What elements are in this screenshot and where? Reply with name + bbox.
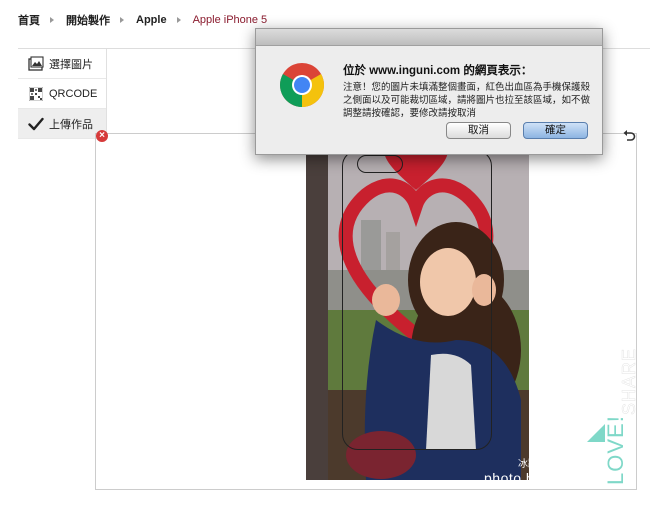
sidebar-item-choose-image[interactable]: 選擇圖片 <box>18 49 106 79</box>
alert-dialog: 位於 www.inguni.com 的網頁表示： 注意！您的圖片未填滿整個畫面，… <box>255 28 603 155</box>
breadcrumb-apple[interactable]: Apple <box>136 14 167 26</box>
breadcrumb-separator-icon <box>176 17 181 23</box>
love-share-logo: LOVE! SHARE <box>587 348 639 485</box>
breadcrumb-home[interactable]: 首頁 <box>18 12 40 28</box>
phone-case-outline <box>342 150 492 450</box>
svg-text:SHARE: SHARE <box>619 348 639 415</box>
dialog-message: 注意！您的圖片未填滿整個畫面，紅色出血區為手機保護殼之側面以及可能裁切區域，請將… <box>343 82 591 119</box>
sidebar-item-qrcode[interactable]: QRCODE <box>18 79 106 109</box>
checkmark-icon <box>28 116 44 132</box>
sidebar-divider <box>106 49 107 134</box>
breadcrumb-start[interactable]: 開始製作 <box>66 12 110 28</box>
image-icon <box>28 55 44 72</box>
remove-image-icon[interactable]: × <box>96 130 108 142</box>
sidebar-item-label: 上傳作品 <box>49 118 93 131</box>
sidebar-item-label: QRCODE <box>49 87 98 100</box>
sidebar-item-label: 選擇圖片 <box>49 58 93 71</box>
camera-cutout <box>357 155 403 173</box>
svg-text:LOVE!: LOVE! <box>603 415 628 485</box>
rotate-icon[interactable] <box>622 128 636 142</box>
dialog-titlebar[interactable] <box>256 29 602 46</box>
qrcode-icon <box>28 86 44 102</box>
watermark-cn: 冰蹦拉 美食旅行 <box>518 459 591 470</box>
sidebar-item-upload[interactable]: 上傳作品 <box>18 109 106 139</box>
chrome-icon <box>280 63 324 107</box>
watermark-en: photo by miha.tw <box>484 470 598 486</box>
breadcrumb-separator-icon <box>50 17 54 23</box>
breadcrumb: 首頁 開始製作 Apple Apple iPhone 5 <box>18 12 267 28</box>
sidebar: 選擇圖片 QRCODE 上傳作品 <box>18 49 106 139</box>
cancel-button[interactable]: 取消 <box>446 122 511 139</box>
breadcrumb-separator-icon <box>120 17 124 23</box>
breadcrumb-current: Apple iPhone 5 <box>192 14 268 26</box>
ok-button[interactable]: 確定 <box>523 122 588 139</box>
dialog-title: 位於 www.inguni.com 的網頁表示： <box>343 65 533 77</box>
